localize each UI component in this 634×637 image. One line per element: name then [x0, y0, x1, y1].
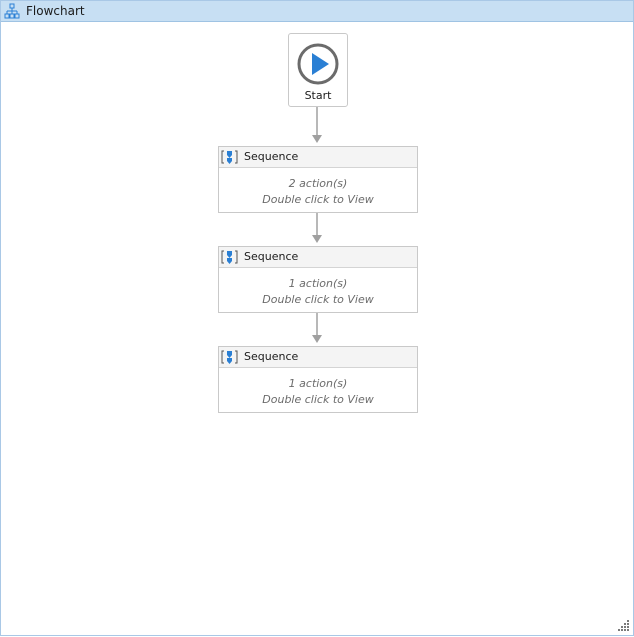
sequence-icon — [221, 250, 238, 264]
sequence-title: Sequence — [244, 350, 299, 363]
start-label: Start — [304, 89, 332, 102]
flowchart-icon — [4, 3, 20, 19]
resize-grip-icon[interactable] — [618, 620, 630, 632]
sequence-action-count: 1 action(s) — [288, 277, 348, 290]
sequence-header: Sequence — [219, 347, 417, 368]
start-node[interactable]: Start — [288, 33, 348, 107]
sequence-body: 1 action(s) Double click to View — [219, 376, 417, 408]
sequence-action-count: 2 action(s) — [288, 177, 348, 190]
sequence-header: Sequence — [219, 247, 417, 268]
sequence-action-count: 1 action(s) — [288, 377, 348, 390]
sequence-activity[interactable]: Sequence 1 action(s) Double click to Vie… — [218, 246, 418, 313]
sequence-activity[interactable]: Sequence 1 action(s) Double click to Vie… — [218, 346, 418, 413]
sequence-hint: Double click to View — [262, 393, 374, 406]
sequence-title: Sequence — [244, 250, 299, 263]
play-circle-icon — [297, 43, 339, 85]
sequence-activity[interactable]: Sequence 2 action(s) Double click to Vie… — [218, 146, 418, 213]
sequence-body: 1 action(s) Double click to View — [219, 276, 417, 308]
sequence-body: 2 action(s) Double click to View — [219, 176, 417, 208]
sequence-icon — [221, 350, 238, 364]
sequence-hint: Double click to View — [262, 293, 374, 306]
sequence-title: Sequence — [244, 150, 299, 163]
flowchart-designer: Flowchart Start Sequence 2 action(s) Dou… — [0, 0, 634, 636]
sequence-hint: Double click to View — [262, 193, 374, 206]
designer-titlebar: Flowchart — [1, 1, 633, 22]
sequence-icon — [221, 150, 238, 164]
sequence-header: Sequence — [219, 147, 417, 168]
designer-title: Flowchart — [26, 4, 85, 18]
